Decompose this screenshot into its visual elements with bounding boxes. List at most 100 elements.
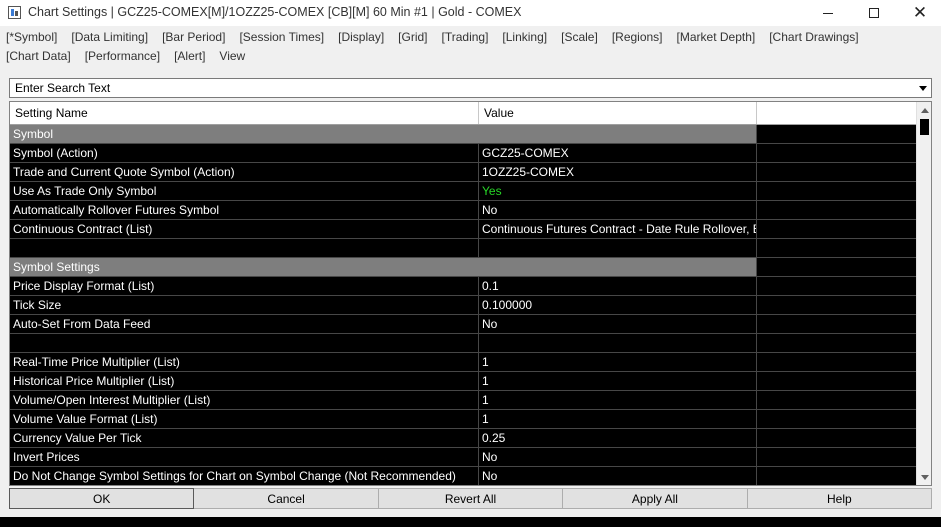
- setting-row[interactable]: Price Display Format (List) 0.1: [10, 277, 916, 296]
- setting-row[interactable]: Use As Trade Only Symbol Yes: [10, 182, 916, 201]
- maximize-button[interactable]: [851, 0, 897, 26]
- setting-name: Price Display Format (List): [10, 277, 479, 295]
- tab-symbol[interactable]: [*Symbol]: [6, 30, 57, 44]
- setting-row[interactable]: Volume Value Format (List) 1: [10, 410, 916, 429]
- setting-row[interactable]: Continuous Contract (List) Continuous Fut…: [10, 220, 916, 239]
- setting-row[interactable]: Currency Value Per Tick 0.25: [10, 429, 916, 448]
- setting-name: Currency Value Per Tick: [10, 429, 479, 447]
- setting-name: Continuous Contract (List): [10, 220, 479, 238]
- scroll-up-icon: [920, 107, 929, 113]
- extra-cell: [757, 277, 916, 295]
- extra-cell: [757, 391, 916, 409]
- close-button[interactable]: ✕: [897, 0, 941, 26]
- tab-data-limiting[interactable]: [Data Limiting]: [71, 30, 148, 44]
- vertical-scrollbar[interactable]: [916, 102, 931, 485]
- settings-grid: Setting Name Value Symbol Symbol (Action)…: [9, 101, 932, 486]
- tab-chart-data[interactable]: [Chart Data]: [6, 49, 71, 63]
- setting-value[interactable]: 0.25: [479, 429, 757, 447]
- tab-session-times[interactable]: [Session Times]: [239, 30, 324, 44]
- extra-cell: [757, 182, 916, 200]
- setting-row[interactable]: Do Not Change Symbol Settings for Chart …: [10, 467, 916, 485]
- dialog-buttons: OK Cancel Revert All Apply All Help: [9, 488, 933, 509]
- setting-name: Trade and Current Quote Symbol (Action): [10, 163, 479, 181]
- tab-performance[interactable]: [Performance]: [85, 49, 160, 63]
- settings-tabs: [*Symbol] [Data Limiting] [Bar Period] [Ses…: [0, 27, 941, 67]
- extra-cell: [757, 201, 916, 219]
- help-button[interactable]: Help: [747, 488, 933, 509]
- scroll-down-button[interactable]: [917, 469, 931, 485]
- setting-value[interactable]: 1: [479, 410, 757, 428]
- extra-cell: [757, 144, 916, 162]
- extra-cell: [757, 334, 916, 352]
- extra-cell: [757, 448, 916, 466]
- tab-trading[interactable]: [Trading]: [442, 30, 489, 44]
- setting-value[interactable]: No: [479, 315, 757, 333]
- setting-name: Use As Trade Only Symbol: [10, 182, 479, 200]
- tab-alert[interactable]: [Alert]: [174, 49, 205, 63]
- setting-row[interactable]: Auto-Set From Data Feed No: [10, 315, 916, 334]
- blank-row: [10, 239, 916, 258]
- ok-button[interactable]: OK: [9, 488, 195, 509]
- setting-value[interactable]: No: [479, 448, 757, 466]
- title-bar[interactable]: Chart Settings | GCZ25-COMEX[M]/1OZZ25-C…: [0, 0, 941, 26]
- tab-grid[interactable]: [Grid]: [398, 30, 427, 44]
- scrollbar-thumb[interactable]: [920, 119, 929, 135]
- apply-all-button[interactable]: Apply All: [563, 488, 748, 509]
- setting-value[interactable]: 0.1: [479, 277, 757, 295]
- column-header-blank: [757, 102, 931, 124]
- setting-value[interactable]: No: [479, 201, 757, 219]
- setting-name: [10, 239, 479, 257]
- setting-value: [479, 239, 757, 257]
- setting-value[interactable]: GCZ25-COMEX: [479, 144, 757, 162]
- setting-name: Historical Price Multiplier (List): [10, 372, 479, 390]
- tab-display[interactable]: [Display]: [338, 30, 384, 44]
- setting-value[interactable]: Yes: [479, 182, 757, 200]
- setting-row[interactable]: Tick Size 0.100000: [10, 296, 916, 315]
- setting-name: Invert Prices: [10, 448, 479, 466]
- setting-name: Auto-Set From Data Feed: [10, 315, 479, 333]
- tab-bar-period[interactable]: [Bar Period]: [162, 30, 225, 44]
- tab-view[interactable]: View: [219, 49, 245, 63]
- setting-value[interactable]: 1OZZ25-COMEX: [479, 163, 757, 181]
- setting-name: Symbol (Action): [10, 144, 479, 162]
- tab-market-depth[interactable]: [Market Depth]: [677, 30, 756, 44]
- search-input[interactable]: [10, 79, 915, 97]
- setting-value[interactable]: No: [479, 467, 757, 485]
- scroll-up-button[interactable]: [917, 102, 931, 118]
- section-title: Symbol Settings: [10, 258, 479, 276]
- tab-row-1: [*Symbol] [Data Limiting] [Bar Period] [Ses…: [6, 27, 941, 46]
- tab-scale[interactable]: [Scale]: [561, 30, 598, 44]
- window-title: Chart Settings | GCZ25-COMEX[M]/1OZZ25-C…: [28, 5, 522, 19]
- setting-name: Real-Time Price Multiplier (List): [10, 353, 479, 371]
- setting-value[interactable]: 1: [479, 391, 757, 409]
- setting-value: [479, 258, 757, 276]
- setting-row[interactable]: Trade and Current Quote Symbol (Action) 1…: [10, 163, 916, 182]
- extra-cell: [757, 372, 916, 390]
- column-header-setting-name[interactable]: Setting Name: [10, 102, 479, 124]
- setting-value[interactable]: 0.100000: [479, 296, 757, 314]
- setting-value[interactable]: 1: [479, 372, 757, 390]
- scroll-down-icon: [920, 474, 929, 480]
- setting-value[interactable]: 1: [479, 353, 757, 371]
- cancel-button[interactable]: Cancel: [194, 488, 379, 509]
- setting-row[interactable]: Volume/Open Interest Multiplier (List) 1: [10, 391, 916, 410]
- setting-value: [479, 125, 757, 143]
- close-icon: ✕: [912, 2, 928, 23]
- column-header-value[interactable]: Value: [479, 102, 757, 124]
- extra-cell: [757, 467, 916, 485]
- setting-value[interactable]: Continuous Futures Contract - Date Rule …: [479, 220, 757, 238]
- setting-row[interactable]: Real-Time Price Multiplier (List) 1: [10, 353, 916, 372]
- tab-regions[interactable]: [Regions]: [612, 30, 663, 44]
- setting-row[interactable]: Symbol (Action) GCZ25-COMEX: [10, 144, 916, 163]
- tab-linking[interactable]: [Linking]: [502, 30, 547, 44]
- extra-cell: [757, 220, 916, 238]
- setting-row[interactable]: Automatically Rollover Futures Symbol No: [10, 201, 916, 220]
- tab-chart-drawings[interactable]: [Chart Drawings]: [769, 30, 858, 44]
- grid-header: Setting Name Value: [10, 102, 931, 125]
- grid-rows: Symbol Symbol (Action) GCZ25-COMEX Trade an…: [10, 125, 916, 485]
- revert-all-button[interactable]: Revert All: [378, 488, 564, 509]
- setting-row[interactable]: Historical Price Multiplier (List) 1: [10, 372, 916, 391]
- minimize-button[interactable]: [805, 0, 851, 26]
- setting-row[interactable]: Invert Prices No: [10, 448, 916, 467]
- search-dropdown-button[interactable]: [915, 79, 931, 97]
